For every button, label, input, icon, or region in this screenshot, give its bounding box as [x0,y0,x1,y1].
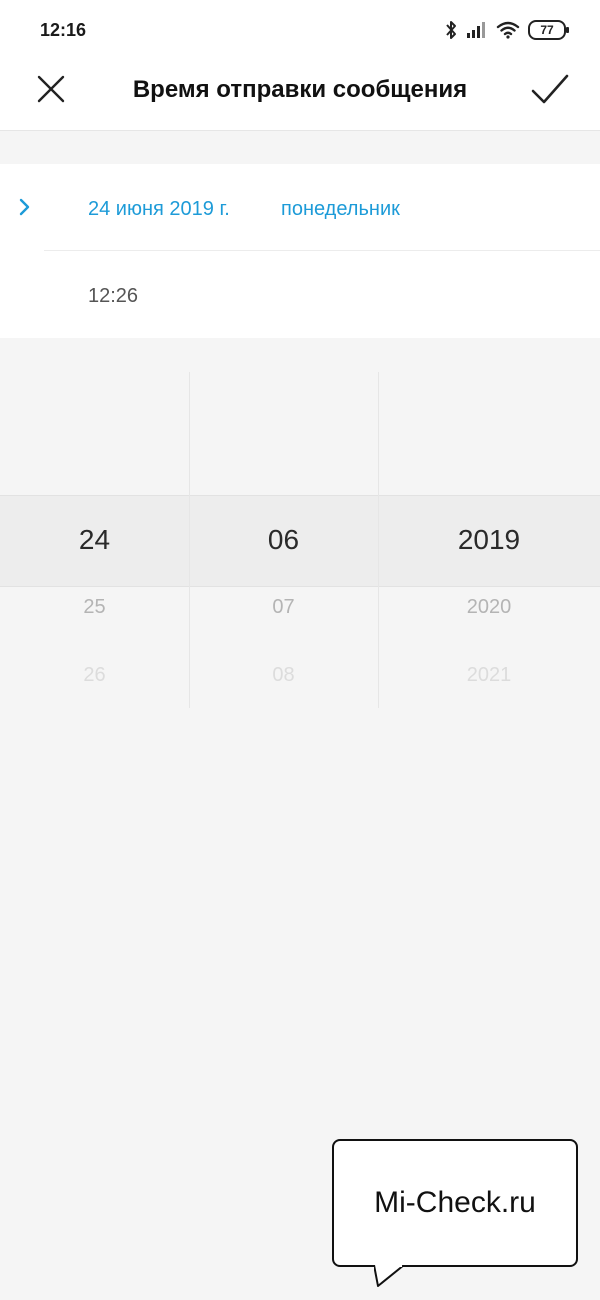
schedule-card: 24 июня 2019 г. понедельник 12:26 [0,164,600,338]
confirm-button[interactable] [530,70,570,110]
month-option[interactable]: 07 [189,596,378,619]
status-time: 12:16 [40,20,87,40]
watermark-text: Mi-Check.ru [374,1186,536,1219]
bluetooth-icon [446,21,456,39]
status-bar: 12:16 77 [0,0,600,60]
battery-icon: 77 [528,20,569,40]
month-option[interactable]: 08 [189,664,378,687]
month-column[interactable]: 06 07 08 [189,372,378,708]
time-row[interactable]: 12:26 [0,251,600,338]
day-option[interactable]: 25 [0,596,189,619]
date-row[interactable]: 24 июня 2019 г. понедельник [0,164,600,251]
signal-icon [467,22,485,38]
date-picker: 24 25 26 06 07 08 2019 2020 2021 [0,372,600,708]
day-selected[interactable]: 24 [0,524,189,556]
check-icon [531,74,569,104]
title-bar: Время отправки сообщения [0,60,600,131]
day-column[interactable]: 24 25 26 [0,372,189,708]
selected-time: 12:26 [88,285,139,307]
day-option[interactable]: 26 [0,664,189,687]
status-icons: 77 [444,18,569,42]
watermark-bubble: Mi-Check.ru [332,1139,578,1267]
year-option[interactable]: 2020 [378,596,600,619]
wifi-icon [496,21,520,39]
selected-date: 24 июня 2019 г. [88,198,230,220]
chevron-right-icon [19,198,30,216]
selected-weekday: понедельник [281,198,400,220]
year-option[interactable]: 2021 [378,664,600,687]
bubble-tail [374,1265,405,1287]
month-selected[interactable]: 06 [189,524,378,556]
year-column[interactable]: 2019 2020 2021 [378,372,600,708]
year-selected[interactable]: 2019 [378,524,600,556]
page-title: Время отправки сообщения [132,76,468,103]
